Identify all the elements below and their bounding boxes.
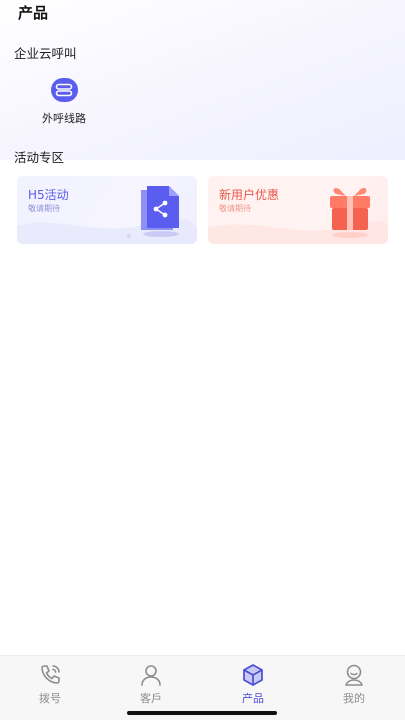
tab-customers[interactable]: 客戶 (121, 662, 181, 706)
tab-customers-label: 客戶 (140, 692, 162, 705)
h5-activity-title: H5活动 (28, 188, 69, 202)
new-user-offer-subtitle: 敬请期待 (219, 204, 251, 213)
tab-mine[interactable]: 我的 (324, 662, 384, 706)
section-title-enterprise: 企业云呼叫 (14, 46, 77, 61)
tab-mine-label: 我的 (343, 692, 365, 705)
outbound-line-item[interactable]: 外呼线路 (36, 78, 92, 126)
share-document-icon (141, 186, 179, 237)
box-icon (243, 664, 263, 686)
page-title: 产品 (18, 4, 49, 22)
profile-icon (345, 664, 363, 686)
h5-activity-card[interactable]: H5活动 敬请期待 (17, 176, 197, 244)
gift-box-icon (330, 188, 370, 238)
tab-products-label: 产品 (242, 692, 264, 705)
section-title-activities: 活动专区 (14, 150, 65, 165)
new-user-offer-title: 新用户优惠 (219, 188, 280, 202)
tab-products[interactable]: 产品 (223, 662, 283, 706)
phone-icon (41, 665, 60, 684)
user-icon (141, 665, 161, 686)
h5-activity-subtitle: 敬请期待 (28, 204, 60, 213)
tab-dial[interactable]: 拨号 (20, 662, 80, 706)
new-user-offer-card[interactable]: 新用户优惠 敬请期待 (208, 176, 388, 244)
outbound-line-label: 外呼线路 (42, 112, 86, 125)
outbound-line-icon (50, 78, 78, 102)
home-indicator (127, 711, 277, 715)
tab-dial-label: 拨号 (39, 692, 61, 705)
